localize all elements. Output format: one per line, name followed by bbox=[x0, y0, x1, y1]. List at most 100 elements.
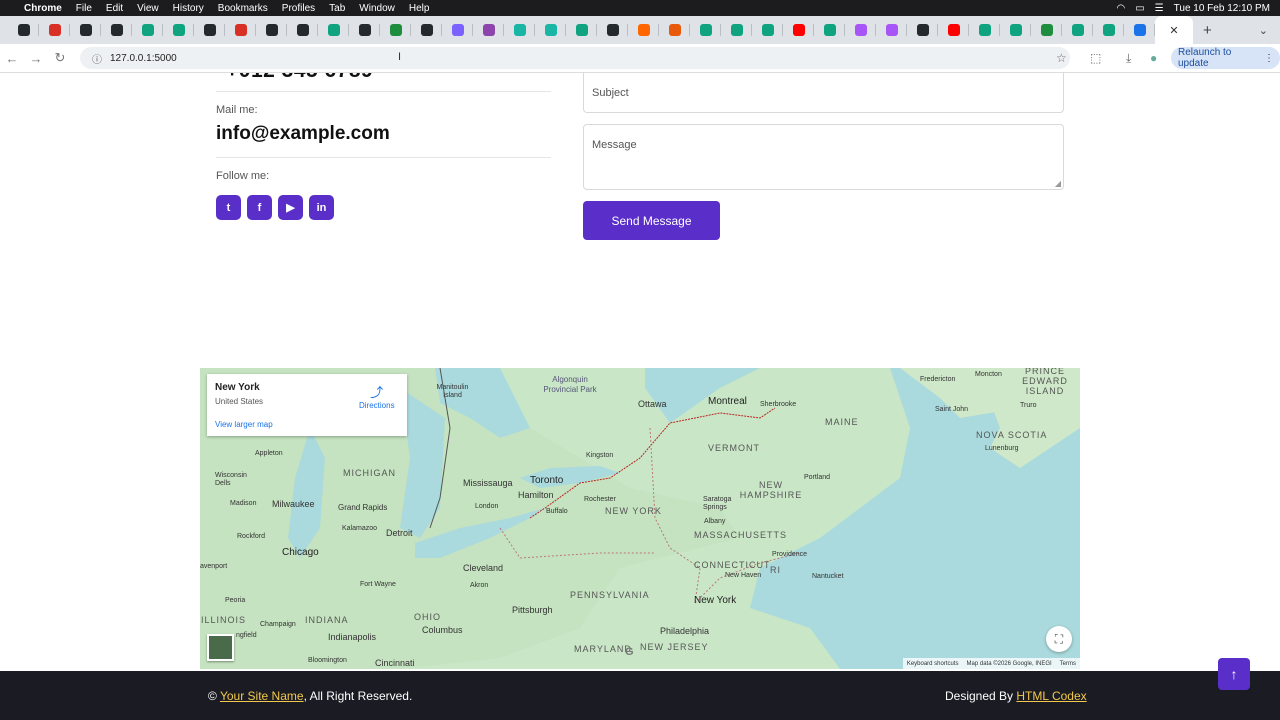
menu-edit[interactable]: Edit bbox=[106, 3, 123, 14]
html-codex-link[interactable]: HTML Codex bbox=[1016, 689, 1086, 703]
relaunch-button[interactable]: Relaunch to update ⋮ bbox=[1171, 47, 1280, 69]
new-tab-icon[interactable]: + bbox=[1203, 22, 1212, 39]
browser-tab[interactable] bbox=[194, 16, 225, 44]
browser-tab[interactable] bbox=[504, 16, 535, 44]
menu-view[interactable]: View bbox=[137, 3, 159, 14]
browser-tab[interactable] bbox=[1062, 16, 1093, 44]
bookmark-star-icon[interactable]: ☆ bbox=[1056, 51, 1067, 65]
map-label: NOVA SCOTIA bbox=[976, 430, 1048, 440]
teal-icon bbox=[544, 24, 557, 36]
twitter-icon[interactable]: t bbox=[216, 195, 241, 220]
send-message-button[interactable]: Send Message bbox=[583, 201, 720, 240]
browser-tab[interactable] bbox=[287, 16, 318, 44]
browser-tab[interactable] bbox=[876, 16, 907, 44]
browser-tab[interactable] bbox=[1093, 16, 1124, 44]
menu-help[interactable]: Help bbox=[409, 3, 430, 14]
menu-app-name[interactable]: Chrome bbox=[24, 3, 62, 14]
browser-tab[interactable] bbox=[535, 16, 566, 44]
address-bar[interactable]: ⓘ 127.0.0.1:5000 bbox=[80, 47, 1070, 69]
site-name-link[interactable]: Your Site Name bbox=[220, 689, 304, 703]
keyboard-shortcuts-link[interactable]: Keyboard shortcuts bbox=[907, 661, 959, 667]
menu-file[interactable]: File bbox=[76, 3, 92, 14]
browser-tab[interactable] bbox=[473, 16, 504, 44]
browser-tab[interactable] bbox=[1124, 16, 1155, 44]
menu-bookmarks[interactable]: Bookmarks bbox=[218, 3, 268, 14]
github-icon bbox=[606, 24, 619, 36]
browser-tab[interactable] bbox=[1000, 16, 1031, 44]
directions-button[interactable]: ⤴ Directions bbox=[359, 382, 395, 410]
subject-input[interactable]: Subject bbox=[583, 73, 1064, 113]
message-textarea[interactable]: Message ◢ bbox=[583, 124, 1064, 190]
menu-window[interactable]: Window bbox=[359, 3, 395, 14]
browser-tab[interactable] bbox=[225, 16, 256, 44]
browser-tab[interactable] bbox=[597, 16, 628, 44]
reload-icon[interactable]: ↻ bbox=[48, 50, 72, 66]
blue-icon bbox=[1133, 24, 1146, 36]
browser-tab[interactable] bbox=[380, 16, 411, 44]
browser-tab[interactable] bbox=[938, 16, 969, 44]
browser-tab[interactable] bbox=[566, 16, 597, 44]
browser-tab[interactable] bbox=[39, 16, 70, 44]
battery-icon[interactable]: ▭ bbox=[1135, 3, 1144, 14]
back-to-top-button[interactable]: ↑ bbox=[1218, 658, 1250, 690]
view-larger-map-link[interactable]: View larger map bbox=[215, 420, 273, 429]
tab-search-icon[interactable]: ⌄ bbox=[1259, 24, 1268, 37]
browser-tab[interactable] bbox=[659, 16, 690, 44]
mail-label: Mail me: bbox=[216, 104, 258, 116]
browser-tab[interactable] bbox=[814, 16, 845, 44]
control-center-icon[interactable]: ☰ bbox=[1155, 3, 1164, 14]
facebook-icon[interactable]: f bbox=[247, 195, 272, 220]
map-label: MICHIGAN bbox=[343, 468, 396, 478]
openai-icon bbox=[823, 24, 836, 36]
youtube-icon bbox=[947, 24, 960, 36]
terms-link[interactable]: Terms bbox=[1060, 661, 1076, 667]
google-logo: G bbox=[625, 646, 634, 658]
browser-tab[interactable] bbox=[163, 16, 194, 44]
resize-grip-icon[interactable]: ◢ bbox=[1055, 179, 1061, 188]
menu-profiles[interactable]: Profiles bbox=[282, 3, 315, 14]
browser-tab[interactable] bbox=[318, 16, 349, 44]
back-icon[interactable]: ← bbox=[0, 51, 24, 66]
browser-tab[interactable] bbox=[628, 16, 659, 44]
browser-tab[interactable] bbox=[8, 16, 39, 44]
browser-tab[interactable] bbox=[256, 16, 287, 44]
text-cursor-icon: I bbox=[398, 51, 402, 63]
map-label: avenport bbox=[200, 563, 228, 570]
browser-tab[interactable] bbox=[442, 16, 473, 44]
browser-tab[interactable] bbox=[845, 16, 876, 44]
satellite-toggle[interactable] bbox=[207, 634, 234, 661]
map-label: Philadelphia bbox=[660, 626, 710, 636]
browser-tab[interactable] bbox=[101, 16, 132, 44]
map-label: Cleveland bbox=[463, 563, 504, 573]
map-embed[interactable]: New York United States View larger map ⤴… bbox=[200, 368, 1080, 669]
fullscreen-icon[interactable]: ⛶ bbox=[1046, 626, 1072, 652]
download-icon[interactable]: ⤓ bbox=[1126, 51, 1131, 66]
menu-history[interactable]: History bbox=[173, 3, 204, 14]
browser-tab[interactable] bbox=[132, 16, 163, 44]
browser-tab[interactable] bbox=[752, 16, 783, 44]
browser-tab[interactable] bbox=[70, 16, 101, 44]
map-label: OHIO bbox=[414, 612, 442, 622]
profile-avatar-icon[interactable]: ● bbox=[1150, 51, 1157, 65]
menu-clock[interactable]: Tue 10 Feb 12:10 PM bbox=[1174, 3, 1270, 14]
active-tab[interactable]: ✕ bbox=[1155, 16, 1193, 44]
browser-tab[interactable] bbox=[907, 16, 938, 44]
browser-tab[interactable] bbox=[783, 16, 814, 44]
extensions-icon[interactable]: ⬚ bbox=[1090, 51, 1101, 65]
browser-tab[interactable] bbox=[690, 16, 721, 44]
browser-tab[interactable] bbox=[349, 16, 380, 44]
browser-tab[interactable] bbox=[411, 16, 442, 44]
subject-placeholder: Subject bbox=[592, 87, 629, 99]
forward-icon[interactable]: → bbox=[24, 51, 48, 66]
menu-tab[interactable]: Tab bbox=[329, 3, 345, 14]
browser-tab[interactable] bbox=[1031, 16, 1062, 44]
browser-tab[interactable] bbox=[969, 16, 1000, 44]
map-label: Madison bbox=[230, 500, 257, 507]
browser-tab[interactable] bbox=[721, 16, 752, 44]
site-info-icon[interactable]: ⓘ bbox=[92, 51, 102, 66]
kebab-menu-icon[interactable]: ⋮ bbox=[1264, 53, 1274, 64]
youtube-icon[interactable]: ▶ bbox=[278, 195, 303, 220]
linkedin-icon[interactable]: in bbox=[309, 195, 334, 220]
wifi-icon[interactable]: ◠ bbox=[1116, 3, 1125, 14]
close-tab-icon[interactable]: ✕ bbox=[1169, 24, 1178, 37]
